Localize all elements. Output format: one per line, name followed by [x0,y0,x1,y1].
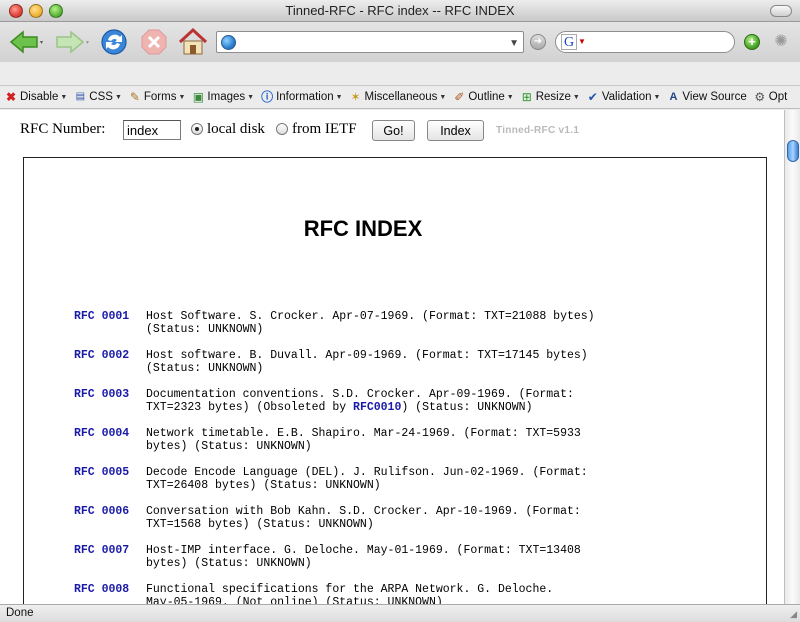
list-item: RFC 0005 Decode Encode Language (DEL). J… [74,466,754,505]
dev-menu-images[interactable]: ▣ Images ▼ [191,90,254,104]
chevron-down-icon: ▼ [335,93,343,101]
url-history-dropdown-icon[interactable]: ▼ [509,38,519,49]
rfc-description: Functional specifications for the ARPA N… [146,583,554,604]
options-icon: ⚙ [754,90,766,104]
status-text: Done [6,607,34,619]
chevron-down-icon: ▼ [653,93,661,101]
chevron-down-icon: ▼ [439,93,447,101]
dev-menu-css[interactable]: ▤ CSS ▼ [73,90,122,104]
stop-icon [141,29,167,55]
rfc-link[interactable]: RFC 0004 [74,427,129,440]
information-icon: ⓘ [261,90,274,104]
list-item: RFC 0007 Host-IMP interface. G. Deloche.… [74,544,754,583]
rfc-description: Documentation conventions. S.D. Crocker.… [146,388,574,414]
back-button[interactable] [6,26,46,58]
google-search-engine-icon[interactable]: G [561,34,577,50]
images-icon: ▣ [192,90,205,104]
title-bar: Tinned-RFC - RFC index -- RFC INDEX [0,0,800,22]
stop-button[interactable] [138,26,170,58]
dev-menu-resize[interactable]: ⊞ Resize ▼ [520,90,580,104]
forward-arrow-icon [56,30,89,54]
rfc-description: Decode Encode Language (DEL). J. Rulifso… [146,466,588,492]
dev-menu-forms[interactable]: ✎ Forms ▼ [128,90,186,104]
search-engine-dropdown-icon[interactable]: ▼ [578,37,586,46]
rfc-number-label: RFC Number: [20,121,106,137]
rfc-link[interactable]: RFC 0003 [74,388,129,401]
dev-menu-outline[interactable]: ✐ Outline ▼ [452,90,513,104]
toolbar-toggle-button[interactable] [770,5,792,17]
go-button[interactable]: Go! [372,120,415,141]
site-globe-icon [221,35,236,50]
list-item: RFC 0008 Functional specifications for t… [74,583,754,604]
validation-icon: ✔ [587,90,598,104]
chevron-down-icon: ▼ [60,93,68,101]
address-bar[interactable]: ▼ [216,31,524,53]
dev-menu-disable[interactable]: ✖ Disable ▼ [4,90,67,104]
search-bar[interactable]: G ▼ [555,31,735,53]
list-item: RFC 0001 Host Software. S. Crocker. Apr-… [74,310,754,349]
resize-icon: ⊞ [521,90,532,104]
from-ietf-label: from IETF [292,121,357,137]
rfc-link[interactable]: RFC 0005 [74,466,129,479]
browser-window: Tinned-RFC - RFC index -- RFC INDEX ▼ ➜ … [0,0,800,622]
rfc-description: Host-IMP interface. G. Deloche. May-01-1… [146,544,581,570]
home-icon [178,27,208,55]
rfc-link[interactable]: RFC 0002 [74,349,129,362]
local-disk-radio[interactable] [191,123,203,135]
page-title: RFC INDEX [303,216,423,241]
chevron-down-icon: ▼ [506,93,514,101]
rfc-document-frame: RFC INDEX RFC 0001 Host Software. S. Cro… [23,157,767,604]
app-version-label: Tinned-RFC v1.1 [496,125,580,136]
scrollbar-thumb[interactable] [787,140,799,162]
outline-icon: ✐ [454,90,465,104]
reload-button[interactable] [98,26,130,58]
home-button[interactable] [176,26,210,58]
list-item: RFC 0003 Documentation conventions. S.D.… [74,388,754,427]
chevron-down-icon: ▼ [247,93,255,101]
page-viewport: RFC Number: local disk from IETF Go! Ind… [0,110,784,604]
rfc-link[interactable]: RFC 0001 [74,310,129,323]
disable-icon: ✖ [5,90,17,104]
go-arrow-button[interactable]: ➜ [530,34,546,50]
rfc-link[interactable]: RFC 0007 [74,544,129,557]
forms-icon: ✎ [129,90,140,104]
dev-menu-information[interactable]: ⓘ Information ▼ [260,90,342,104]
reload-icon [101,29,127,55]
from-ietf-radio[interactable] [276,123,288,135]
loading-throbber-icon: ✺ [774,33,788,50]
vertical-scrollbar[interactable] [784,110,800,604]
forward-button[interactable] [52,26,92,58]
list-item: RFC 0004 Network timetable. E.B. Shapiro… [74,427,754,466]
web-developer-toolbar: ✖ Disable ▼ ▤ CSS ▼ ✎ Forms ▼ ▣ Images ▼ ⓘ I… [0,85,800,109]
chevron-down-icon: ▼ [114,93,122,101]
list-item: RFC 0006 Conversation with Bob Kahn. S.D… [74,505,754,544]
rfc-link[interactable]: RFC 0006 [74,505,129,518]
index-button[interactable]: Index [427,120,484,141]
miscellaneous-icon: ✶ [350,90,361,104]
dev-menu-validation[interactable]: ✔ Validation ▼ [586,90,661,104]
list-item: RFC 0002 Host software. B. Duvall. Apr-0… [74,349,754,388]
resize-grip-icon[interactable]: ◢ [790,609,797,620]
css-icon: ▤ [75,91,86,102]
view-source-icon: A [669,91,678,103]
dev-menu-options[interactable]: ⚙ Opt [753,90,787,104]
local-disk-label: local disk [207,121,265,137]
rfc-description: Host Software. S. Crocker. Apr-07-1969. … [146,310,595,336]
rfc-number-input[interactable] [123,120,181,140]
rfc-description: Network timetable. E.B. Shapiro. Mar-24-… [146,427,581,453]
rfc-description: Conversation with Bob Kahn. S.D. Crocker… [146,505,581,531]
rfc-link[interactable]: RFC 0008 [74,583,129,596]
chevron-down-icon: ▼ [572,93,580,101]
rfc-description: Host software. B. Duvall. Apr-09-1969. (… [146,349,588,375]
window-title: Tinned-RFC - RFC index -- RFC INDEX [285,3,515,18]
add-bookmark-plus-button[interactable]: + [744,34,760,50]
dev-menu-miscellaneous[interactable]: ✶ Miscellaneous ▼ [349,90,447,104]
rfc-lookup-form: RFC Number: local disk from IETF Go! Ind… [0,110,784,150]
status-bar: Done ◢ [0,604,800,622]
chevron-down-icon: ▼ [178,93,186,101]
rfc-index-list: RFC 0001 Host Software. S. Crocker. Apr-… [74,310,754,604]
dev-menu-view-source[interactable]: A View Source [666,90,746,104]
obsoleted-by-link[interactable]: RFC0010 [353,401,401,414]
back-arrow-icon [9,30,43,54]
